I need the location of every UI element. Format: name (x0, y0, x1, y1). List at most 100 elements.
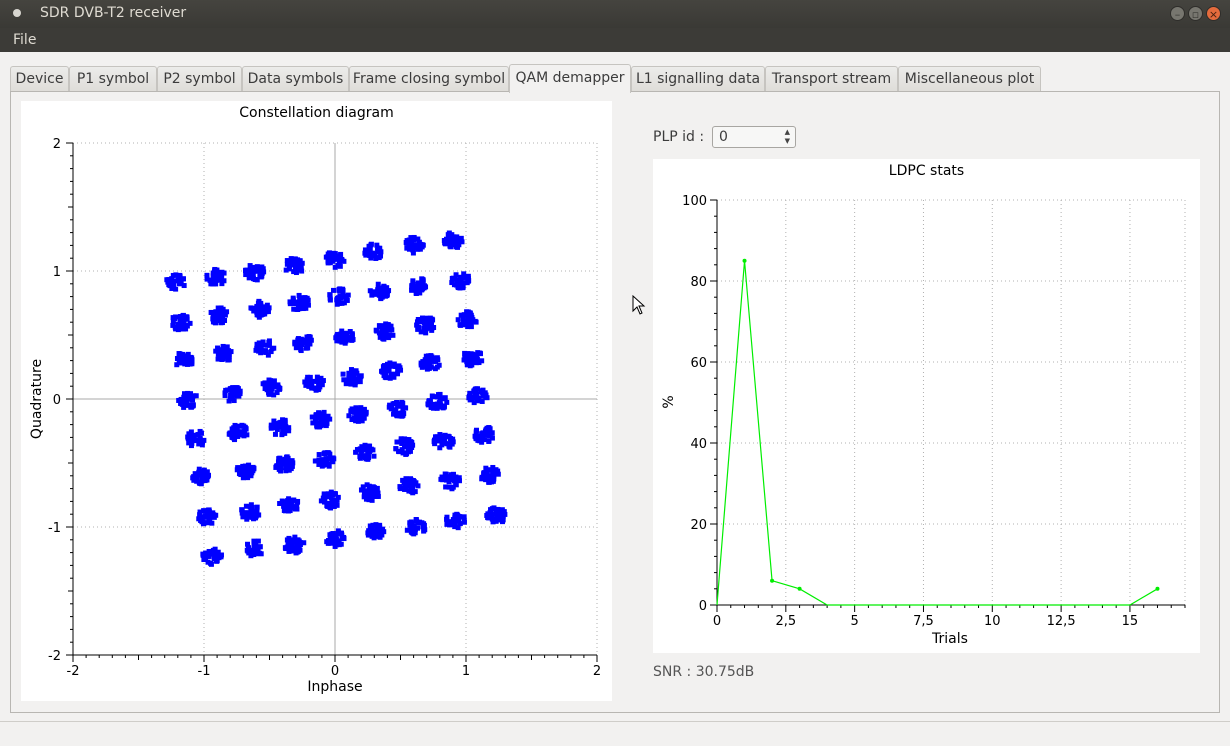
constellation-point (178, 360, 184, 366)
constellation-point (455, 284, 461, 290)
constellation-cluster (260, 377, 283, 398)
constellation-cluster (318, 489, 341, 511)
constellation-point (220, 343, 226, 349)
constellation-point (283, 267, 289, 273)
ldpc-point (797, 586, 802, 591)
constellation-cluster (340, 367, 364, 388)
constellation-point (294, 506, 300, 512)
constellation-point (338, 541, 344, 547)
constellation-point (249, 504, 255, 510)
maximize-button[interactable]: ▫ (1188, 6, 1203, 21)
constellation-point (290, 260, 296, 266)
minimize-button[interactable]: – (1170, 6, 1185, 21)
constellation-point (340, 287, 346, 293)
ldpc-y-tick-label: 80 (690, 275, 707, 290)
constellation-point (181, 391, 187, 397)
tab-miscellaneous-plot[interactable]: Miscellaneous plot (898, 66, 1041, 92)
tab-frame-closing-symbol[interactable]: Frame closing symbol (349, 66, 509, 92)
constellation-point (298, 266, 304, 272)
constellation-point (399, 400, 405, 406)
constellation-point (200, 521, 206, 527)
constellation-point (302, 295, 308, 301)
constellation-cluster (365, 522, 387, 541)
constellation-cluster (449, 271, 472, 291)
constellation-point (323, 423, 329, 429)
constellation-point (246, 462, 252, 468)
constellation-cluster (425, 391, 450, 411)
constellation-point (188, 443, 194, 449)
menu-bar: File (0, 28, 1230, 52)
constellation-point (464, 351, 470, 357)
constellation-point (234, 467, 240, 473)
constellation-point (474, 398, 480, 404)
constellation-point (444, 399, 450, 405)
constellation-point (210, 510, 216, 516)
constellation-point (499, 519, 505, 525)
constellation-point (369, 497, 375, 503)
plp-id-spinbox[interactable]: 0 ▲ ▼ (712, 126, 796, 148)
constellation-point (220, 309, 226, 315)
constellation-point (266, 341, 272, 347)
constellation-point (474, 427, 480, 433)
constellation-point (339, 300, 345, 306)
constellation-point (408, 244, 414, 250)
constellation-point (368, 523, 374, 529)
constellation-point (296, 292, 302, 298)
constellation-chart: -2 -1 0 1 2 -2 -1 0 1 2 Inphase Quadrature (29, 137, 601, 695)
constellation-cluster (414, 315, 437, 336)
constellation-point (340, 371, 346, 377)
constellation-cluster (253, 338, 277, 358)
ldpc-x-tick-label: 7,5 (913, 614, 934, 629)
constellation-point (366, 488, 372, 494)
constellation-point (437, 437, 443, 443)
tab-bar: Device P1 symbol P2 symbol Data symbols … (10, 64, 1220, 93)
constellation-point (431, 355, 437, 361)
constellation-point (377, 324, 383, 330)
constellation-point (227, 396, 233, 402)
constellation-point (421, 527, 427, 533)
constellation-cluster (170, 312, 193, 333)
constellation-point (357, 455, 363, 461)
constellation-point (423, 353, 429, 359)
constellation-cluster (461, 350, 485, 369)
tab-l1-signalling-data[interactable]: L1 signalling data (631, 66, 765, 92)
constellation-point (497, 509, 503, 515)
constellation-point (200, 477, 206, 483)
tab-data-symbols[interactable]: Data symbols (242, 66, 349, 92)
constellation-cluster (226, 422, 250, 443)
constellation-point (361, 407, 367, 413)
constellation-point (408, 519, 414, 525)
constellation-point (263, 385, 269, 391)
constellation-point (415, 326, 421, 332)
constellation-point (302, 304, 308, 310)
close-button[interactable]: × (1206, 6, 1221, 21)
constellation-point (237, 388, 243, 394)
constellation-point (453, 272, 459, 278)
constellation-point (256, 348, 262, 354)
constellation-point (289, 498, 295, 504)
constellation-point (429, 316, 435, 322)
constellation-cluster (190, 466, 212, 487)
tab-p2-symbol[interactable]: P2 symbol (157, 66, 242, 92)
spin-arrows-icon[interactable]: ▲ ▼ (785, 128, 790, 146)
tab-device[interactable]: Device (10, 66, 69, 92)
constellation-point (285, 455, 291, 461)
tab-p1-symbol[interactable]: P1 symbol (69, 66, 157, 92)
tab-qam-demapper[interactable]: QAM demapper (509, 64, 631, 93)
constellation-point (482, 475, 488, 481)
constellation-point (318, 498, 324, 504)
constellation-point (418, 285, 424, 291)
constellation-point (274, 426, 280, 432)
menu-file[interactable]: File (13, 32, 36, 48)
constellation-point (457, 521, 463, 527)
constellation-point (389, 327, 395, 333)
constellation-point (248, 547, 254, 553)
constellation-point (473, 352, 479, 358)
constellation-point (490, 464, 496, 470)
constellation-point (215, 316, 221, 322)
constellation-point (458, 235, 464, 241)
ldpc-point (742, 258, 747, 263)
constellation-point (201, 552, 207, 558)
constellation-point (385, 363, 391, 369)
tab-transport-stream[interactable]: Transport stream (765, 66, 898, 92)
